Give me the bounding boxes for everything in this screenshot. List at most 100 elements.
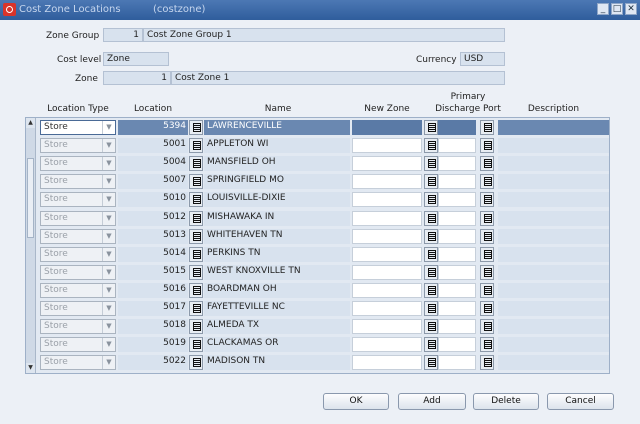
table-row[interactable]: Store ▼ 5010 LOUISVILLE-DIXIE <box>36 191 609 208</box>
lov-icon[interactable] <box>424 282 438 298</box>
lov-icon[interactable] <box>424 210 438 226</box>
discharge-port-field[interactable] <box>438 282 476 298</box>
chevron-down-icon[interactable]: ▼ <box>102 356 115 370</box>
lov-icon[interactable] <box>189 282 203 298</box>
zone-group-id-field[interactable]: 1 <box>103 28 143 42</box>
lov-icon[interactable] <box>189 337 203 353</box>
lov-icon[interactable] <box>189 228 203 244</box>
lov-icon[interactable] <box>424 156 438 172</box>
location-field[interactable]: 5018 <box>118 319 188 335</box>
lov-icon[interactable] <box>424 138 438 154</box>
location-field[interactable]: 5017 <box>118 301 188 316</box>
chevron-down-icon[interactable]: ▼ <box>102 320 115 334</box>
location-field[interactable]: 5007 <box>118 174 188 190</box>
lov-icon[interactable] <box>424 301 438 316</box>
lov-icon[interactable] <box>424 174 438 190</box>
lov-icon[interactable] <box>424 246 438 262</box>
location-field[interactable]: 5004 <box>118 156 188 172</box>
new-zone-field[interactable] <box>352 246 422 262</box>
scroll-up-icon[interactable]: ▲ <box>26 118 35 128</box>
discharge-port-field[interactable] <box>438 138 476 154</box>
location-type-select[interactable]: Store ▼ <box>40 138 116 154</box>
table-row[interactable]: Store ▼ 5018 ALMEDA TX <box>36 318 609 335</box>
discharge-port-field[interactable] <box>438 246 476 262</box>
cancel-button[interactable]: Cancel <box>547 393 614 410</box>
new-zone-field[interactable] <box>352 138 422 154</box>
chevron-down-icon[interactable]: ▼ <box>102 229 115 243</box>
lov-icon[interactable] <box>424 228 438 244</box>
location-type-select[interactable]: Store ▼ <box>40 301 116 316</box>
discharge-port-field[interactable] <box>438 264 476 280</box>
lov-icon[interactable] <box>480 355 494 371</box>
maximize-button[interactable]: □ <box>611 3 623 15</box>
chevron-down-icon[interactable]: ▼ <box>102 139 115 153</box>
new-zone-field[interactable] <box>352 156 422 172</box>
location-field[interactable]: 5015 <box>118 264 188 280</box>
new-zone-field[interactable] <box>352 210 422 226</box>
chevron-down-icon[interactable]: ▼ <box>102 121 115 134</box>
location-type-select[interactable]: Store ▼ <box>40 246 116 262</box>
discharge-port-field[interactable] <box>438 120 476 135</box>
vertical-scrollbar[interactable]: ▲ ▼ <box>26 118 36 373</box>
lov-icon[interactable] <box>424 337 438 353</box>
location-type-select[interactable]: Store ▼ <box>40 192 116 208</box>
location-field[interactable]: 5014 <box>118 246 188 262</box>
lov-icon[interactable] <box>480 138 494 154</box>
location-field[interactable]: 5013 <box>118 228 188 244</box>
location-type-select[interactable]: Store ▼ <box>40 174 116 190</box>
lov-icon[interactable] <box>480 264 494 280</box>
delete-button[interactable]: Delete <box>473 393 539 410</box>
new-zone-field[interactable] <box>352 282 422 298</box>
lov-icon[interactable] <box>189 301 203 316</box>
location-type-select[interactable]: Store ▼ <box>40 264 116 280</box>
table-row[interactable]: Store ▼ 5012 MISHAWAKA IN <box>36 210 609 227</box>
chevron-down-icon[interactable]: ▼ <box>102 338 115 352</box>
lov-icon[interactable] <box>424 192 438 208</box>
new-zone-field[interactable] <box>352 192 422 208</box>
lov-icon[interactable] <box>480 282 494 298</box>
lov-icon[interactable] <box>424 264 438 280</box>
lov-icon[interactable] <box>189 210 203 226</box>
table-row[interactable]: Store ▼ 5394 LAWRENCEVILLE <box>36 119 609 136</box>
lov-icon[interactable] <box>480 246 494 262</box>
lov-icon[interactable] <box>424 319 438 335</box>
chevron-down-icon[interactable]: ▼ <box>102 302 115 315</box>
location-type-select[interactable]: Store ▼ <box>40 355 116 371</box>
lov-icon[interactable] <box>189 264 203 280</box>
discharge-port-field[interactable] <box>438 210 476 226</box>
lov-icon[interactable] <box>480 120 494 135</box>
ok-button[interactable]: OK <box>323 393 389 410</box>
add-button[interactable]: Add <box>398 393 466 410</box>
lov-icon[interactable] <box>189 138 203 154</box>
lov-icon[interactable] <box>189 246 203 262</box>
lov-icon[interactable] <box>189 355 203 371</box>
minimize-button[interactable]: _ <box>597 3 609 15</box>
scroll-thumb[interactable] <box>27 158 34 238</box>
discharge-port-field[interactable] <box>438 228 476 244</box>
location-field[interactable]: 5001 <box>118 138 188 154</box>
location-type-select[interactable]: Store ▼ <box>40 282 116 298</box>
new-zone-field[interactable] <box>352 355 422 371</box>
lov-icon[interactable] <box>480 174 494 190</box>
chevron-down-icon[interactable]: ▼ <box>102 265 115 279</box>
discharge-port-field[interactable] <box>438 192 476 208</box>
lov-icon[interactable] <box>480 301 494 316</box>
table-row[interactable]: Store ▼ 5022 MADISON TN <box>36 354 609 371</box>
location-type-select[interactable]: Store ▼ <box>40 337 116 353</box>
new-zone-field[interactable] <box>352 264 422 280</box>
chevron-down-icon[interactable]: ▼ <box>102 283 115 297</box>
location-type-select[interactable]: Store ▼ <box>40 319 116 335</box>
chevron-down-icon[interactable]: ▼ <box>102 157 115 171</box>
chevron-down-icon[interactable]: ▼ <box>102 175 115 189</box>
new-zone-field[interactable] <box>352 174 422 190</box>
new-zone-field[interactable] <box>352 337 422 353</box>
table-row[interactable]: Store ▼ 5001 APPLETON WI <box>36 137 609 154</box>
lov-icon[interactable] <box>189 156 203 172</box>
table-row[interactable]: Store ▼ 5014 PERKINS TN <box>36 246 609 263</box>
table-row[interactable]: Store ▼ 5019 CLACKAMAS OR <box>36 336 609 353</box>
table-row[interactable]: Store ▼ 5016 BOARDMAN OH <box>36 282 609 299</box>
lov-icon[interactable] <box>480 156 494 172</box>
table-row[interactable]: Store ▼ 5013 WHITEHAVEN TN <box>36 228 609 245</box>
zone-id-field[interactable]: 1 <box>103 71 171 85</box>
scroll-down-icon[interactable]: ▼ <box>26 363 35 373</box>
